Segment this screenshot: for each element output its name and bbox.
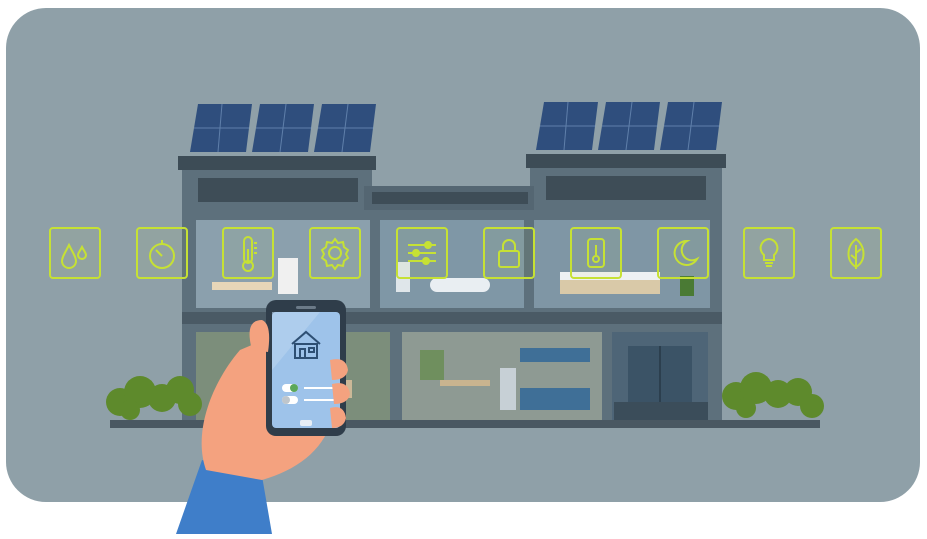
- padlock-icon[interactable]: [483, 227, 535, 279]
- sliders-icon[interactable]: [396, 227, 448, 279]
- thermometer-icon[interactable]: [222, 227, 274, 279]
- smart-home-illustration: [0, 0, 927, 534]
- timer-icon[interactable]: [136, 227, 188, 279]
- gear-icon[interactable]: [309, 227, 361, 279]
- thermostat-icon[interactable]: [570, 227, 622, 279]
- solar-panels-right: [536, 101, 722, 151]
- moon-icon[interactable]: [657, 227, 709, 279]
- leaf-icon[interactable]: [830, 227, 882, 279]
- water-drops-icon[interactable]: [49, 227, 101, 279]
- solar-panels-left: [190, 103, 376, 153]
- light-bulb-icon[interactable]: [743, 227, 795, 279]
